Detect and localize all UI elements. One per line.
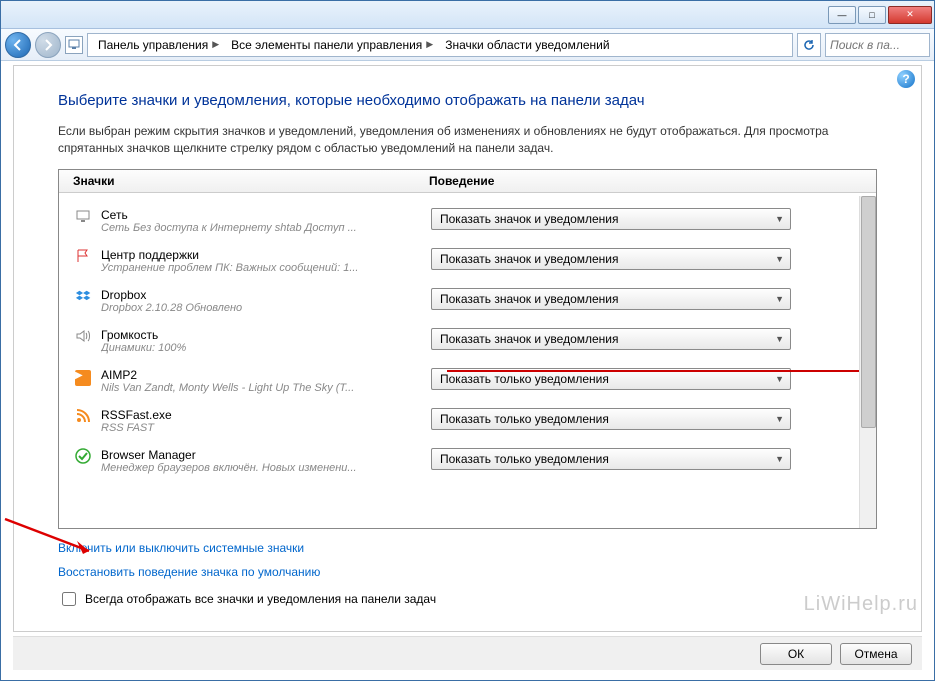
aimp-icon: ▶ — [73, 368, 93, 388]
breadcrumb-item[interactable]: Панель управления — [98, 38, 208, 52]
chevron-down-icon: ▼ — [775, 214, 784, 224]
item-name: Dropbox — [101, 288, 431, 302]
item-subtitle: Nils Van Zandt, Monty Wells - Light Up T… — [101, 382, 431, 394]
list-item: ГромкостьДинамики: 100%Показать значок и… — [59, 324, 858, 364]
minimize-button[interactable]: — — [828, 6, 856, 24]
cancel-button[interactable]: Отмена — [840, 643, 912, 665]
item-subtitle: Сеть Без доступа к Интернету shtab Досту… — [101, 222, 431, 234]
search-input[interactable] — [825, 33, 930, 57]
maximize-button[interactable]: □ — [858, 6, 886, 24]
chevron-down-icon: ▼ — [775, 374, 784, 384]
navigation-bar: Панель управления ▶ Все элементы панели у… — [1, 29, 934, 61]
item-name: Центр поддержки — [101, 248, 431, 262]
checkmark-icon — [73, 448, 93, 468]
volume-icon — [73, 328, 93, 348]
scrollbar[interactable] — [859, 196, 876, 528]
behavior-dropdown[interactable]: Показать только уведомления ▼ — [431, 408, 791, 430]
titlebar: — □ ✕ — [1, 1, 934, 29]
breadcrumb-item[interactable]: Все элементы панели управления — [231, 38, 422, 52]
dropdown-value: Показать значок и уведомления — [440, 292, 619, 306]
item-name: RSSFast.exe — [101, 408, 431, 422]
item-name: Browser Manager — [101, 448, 431, 462]
close-button[interactable]: ✕ — [888, 6, 932, 24]
address-icon[interactable] — [65, 36, 83, 54]
back-button[interactable] — [5, 32, 31, 58]
restore-defaults-link[interactable]: Восстановить поведение значка по умолчан… — [58, 565, 877, 579]
list-item: Центр поддержкиУстранение проблем ПК: Ва… — [59, 244, 858, 284]
list-item: Browser ManagerМенеджер браузеров включё… — [59, 444, 858, 484]
page-description: Если выбран режим скрытия значков и увед… — [58, 123, 838, 157]
dropdown-value: Показать только уведомления — [440, 412, 609, 426]
dropdown-value: Показать только уведомления — [440, 452, 609, 466]
breadcrumb-bar[interactable]: Панель управления ▶ Все элементы панели у… — [87, 33, 793, 57]
chevron-down-icon: ▼ — [775, 414, 784, 424]
item-name: Сеть — [101, 208, 431, 222]
always-show-checkbox[interactable] — [62, 592, 76, 606]
behavior-dropdown[interactable]: Показать значок и уведомления ▼ — [431, 288, 791, 310]
page-title: Выберите значки и уведомления, которые н… — [58, 92, 877, 109]
notification-icons-list: Значки Поведение СетьСеть Без доступа к … — [58, 169, 877, 529]
scrollbar-thumb[interactable] — [861, 196, 876, 428]
behavior-dropdown[interactable]: Показать значок и уведомления ▼ — [431, 328, 791, 350]
dropdown-value: Показать значок и уведомления — [440, 332, 619, 346]
forward-button[interactable] — [35, 32, 61, 58]
column-header-behavior: Поведение — [429, 174, 876, 188]
dropdown-value: Показать значок и уведомления — [440, 212, 619, 226]
rss-icon — [73, 408, 93, 428]
content-pane: ? Выберите значки и уведомления, которые… — [13, 65, 922, 632]
watermark: LiWiHelp.ru — [804, 593, 918, 616]
item-name: Громкость — [101, 328, 431, 342]
item-subtitle: Менеджер браузеров включён. Новых измене… — [101, 462, 431, 474]
dropdown-value: Показать только уведомления — [440, 372, 609, 386]
system-icons-link[interactable]: Включить или выключить системные значки — [58, 541, 877, 555]
item-subtitle: RSS FAST — [101, 422, 431, 434]
behavior-dropdown[interactable]: Показать значок и уведомления ▼ — [431, 248, 791, 270]
network-icon — [73, 208, 93, 228]
dropbox-icon — [73, 288, 93, 308]
help-icon[interactable]: ? — [897, 70, 915, 88]
chevron-down-icon: ▼ — [775, 294, 784, 304]
item-subtitle: Устранение проблем ПК: Важных сообщений:… — [101, 262, 431, 274]
behavior-dropdown[interactable]: Показать значок и уведомления ▼ — [431, 208, 791, 230]
item-subtitle: Dropbox 2.10.28 Обновлено — [101, 302, 431, 314]
chevron-down-icon: ▼ — [775, 254, 784, 264]
always-show-label: Всегда отображать все значки и уведомлен… — [85, 592, 436, 606]
breadcrumb-item[interactable]: Значки области уведомлений — [445, 38, 609, 52]
highlight-underline — [447, 370, 869, 372]
item-subtitle: Динамики: 100% — [101, 342, 431, 354]
dropdown-value: Показать значок и уведомления — [440, 252, 619, 266]
chevron-right-icon: ▶ — [212, 39, 219, 50]
chevron-down-icon: ▼ — [775, 334, 784, 344]
behavior-dropdown[interactable]: Показать только уведомления ▼ — [431, 448, 791, 470]
ok-button[interactable]: ОК — [760, 643, 832, 665]
chevron-down-icon: ▼ — [775, 454, 784, 464]
dialog-footer: ОК Отмена — [13, 636, 922, 670]
refresh-button[interactable] — [797, 33, 821, 57]
chevron-right-icon: ▶ — [426, 39, 433, 50]
item-name: AIMP2 — [101, 368, 431, 382]
list-item: RSSFast.exeRSS FASTПоказать только уведо… — [59, 404, 858, 444]
list-item: DropboxDropbox 2.10.28 ОбновленоПоказать… — [59, 284, 858, 324]
list-item: СетьСеть Без доступа к Интернету shtab Д… — [59, 204, 858, 244]
column-header-icons: Значки — [59, 174, 429, 188]
flag-icon — [73, 248, 93, 268]
